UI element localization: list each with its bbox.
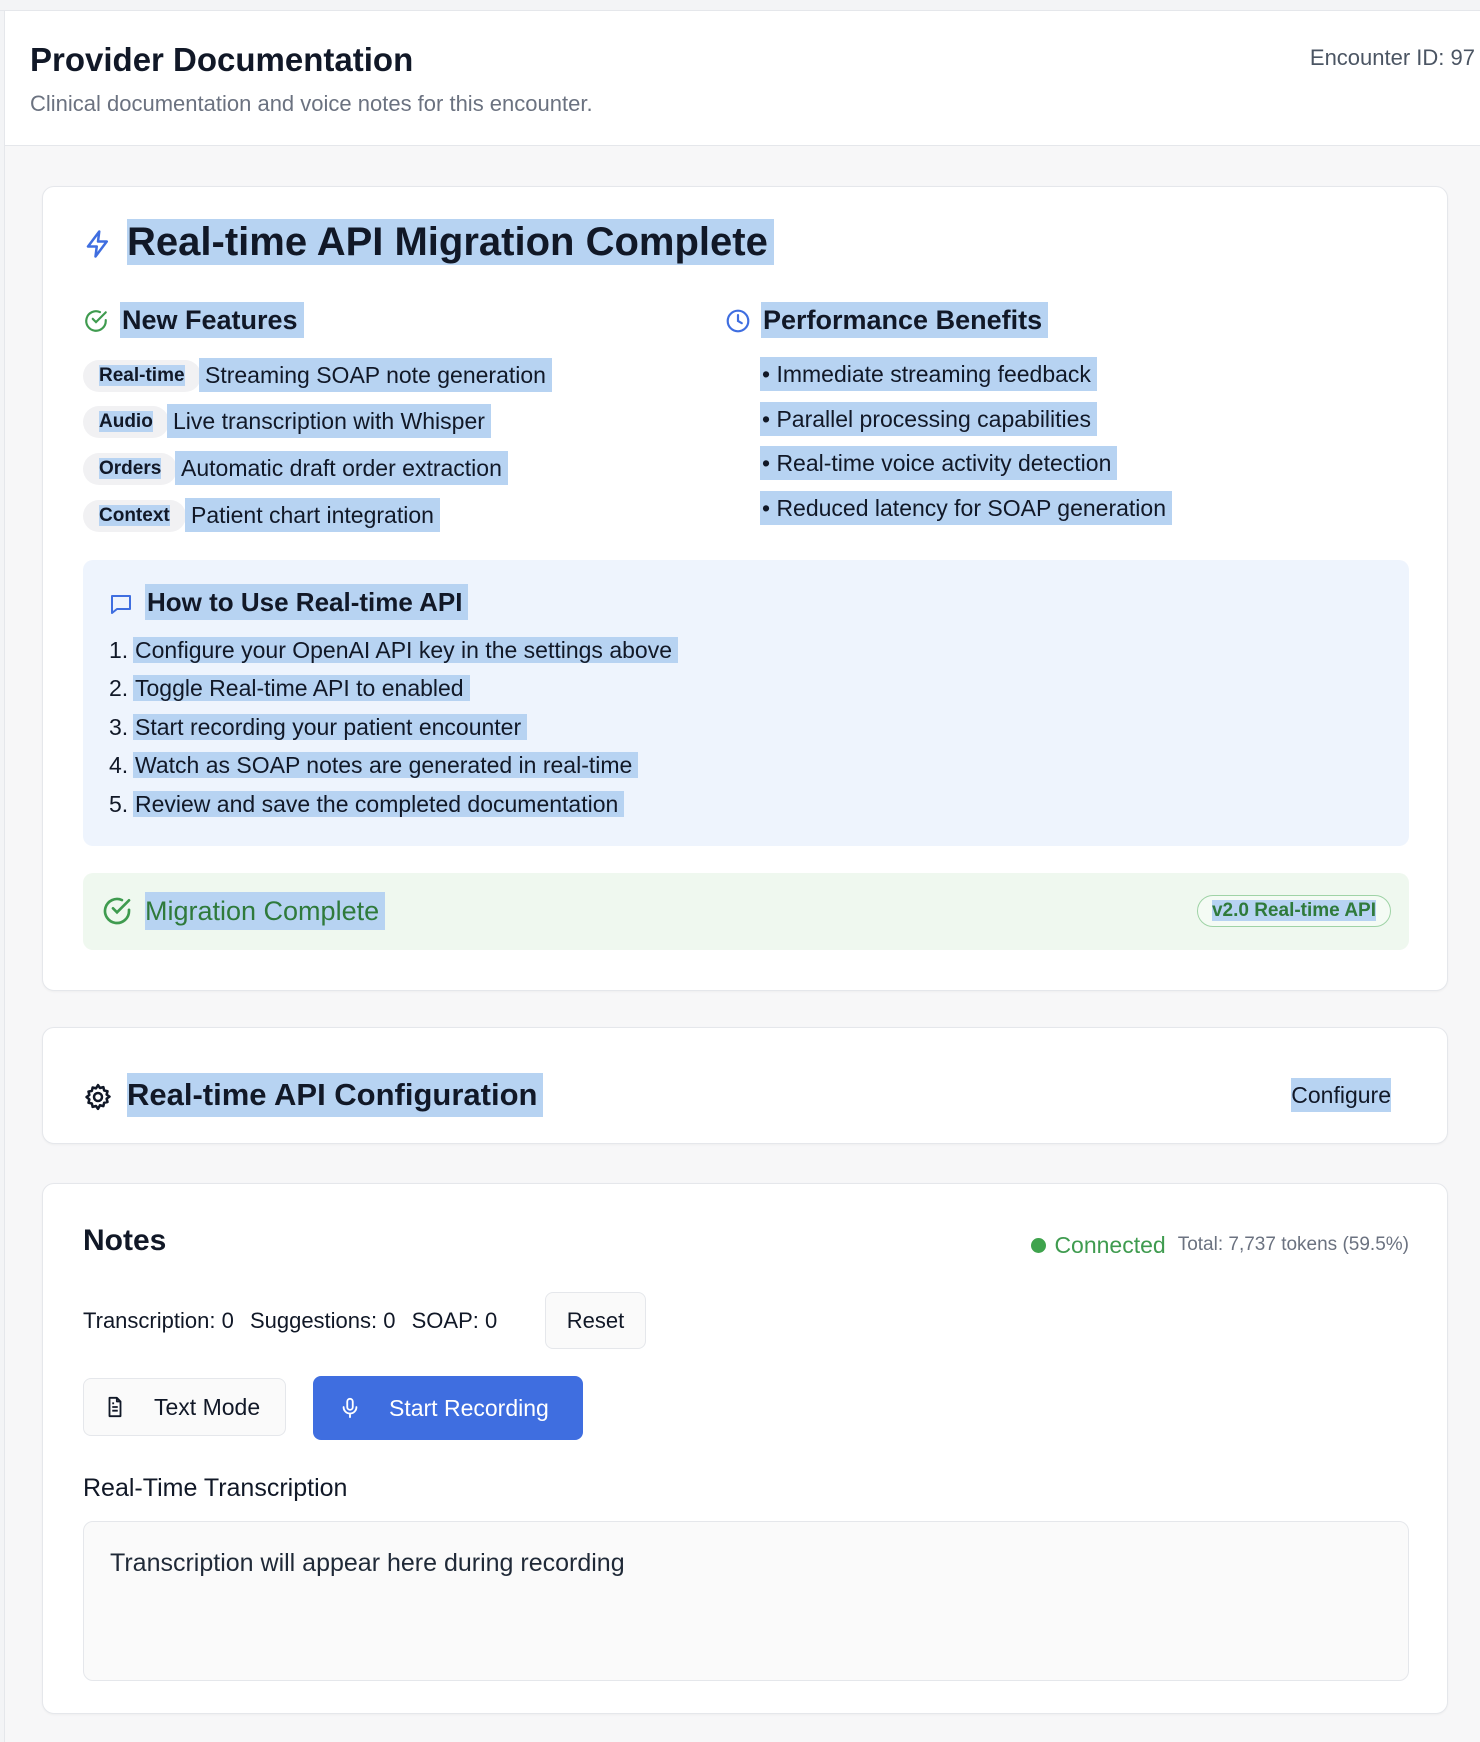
performance-item: • Parallel processing capabilities [760, 402, 1097, 436]
configure-button[interactable]: Configure [1291, 1078, 1391, 1112]
file-text-icon [104, 1395, 126, 1419]
feature-text: Patient chart integration [185, 498, 440, 532]
status-dot-icon [1031, 1237, 1047, 1253]
migration-card: Real-time API Migration Complete New Fea… [42, 186, 1448, 991]
message-square-icon [109, 592, 133, 616]
transcription-heading: Real-Time Transcription [83, 1474, 348, 1502]
feature-text: Streaming SOAP note generation [199, 358, 552, 392]
feature-tag: Orders [83, 453, 178, 485]
feature-tag: Audio [83, 406, 169, 438]
token-total: Total: 7,737 tokens (59.5%) [1177, 1234, 1409, 1255]
how-to-step: 5. Review and save the completed document… [109, 788, 625, 820]
page-subtitle: Clinical documentation and voice notes f… [30, 91, 593, 116]
config-title: Real-time API Configuration [127, 1073, 544, 1117]
soap-count: SOAP: 0 [411, 1308, 498, 1333]
text-mode-button[interactable]: Text Mode [83, 1378, 286, 1436]
check-circle-icon [101, 895, 133, 927]
lightning-icon [83, 227, 113, 261]
feature-tag: Real-time [83, 360, 201, 392]
migration-title: Real-time API Migration Complete [127, 219, 774, 265]
how-to-heading: How to Use Real-time API [145, 584, 469, 620]
feature-text: Live transcription with Whisper [167, 404, 491, 438]
transcription-placeholder: Transcription will appear here during re… [110, 1549, 625, 1577]
migration-status-label: Migration Complete [145, 892, 386, 930]
performance-item: • Real-time voice activity detection [760, 446, 1118, 480]
feature-text: Automatic draft order extraction [175, 451, 508, 485]
status-label: Connected [1054, 1231, 1166, 1258]
migration-status-banner: Migration Complete v2.0 Real-time API [83, 873, 1409, 950]
clock-icon [725, 308, 751, 334]
performance-heading: Performance Benefits [761, 302, 1049, 338]
how-to-step: 3. Start recording your patient encounter [109, 711, 528, 743]
how-to-panel: How to Use Real-time API 1. Configure you… [83, 560, 1409, 846]
how-to-step: 4. Watch as SOAP notes are generated in r… [109, 749, 639, 781]
page-header: Provider Documentation Clinical document… [5, 11, 1480, 146]
microphone-icon [339, 1396, 361, 1420]
config-card: Real-time API Configuration Configure [42, 1027, 1448, 1144]
top-strip [0, 0, 1480, 11]
performance-item: • Immediate streaming feedback [760, 357, 1097, 391]
start-recording-button[interactable]: Start Recording [313, 1376, 583, 1440]
start-recording-label: Start Recording [389, 1395, 549, 1421]
version-badge: v2.0 Real-time API [1196, 895, 1391, 927]
transcription-count: Transcription: 0 [83, 1308, 234, 1333]
how-to-step: 1. Configure your OpenAI API key in the s… [109, 634, 678, 666]
counters: Transcription: 0 Suggestions: 0 SOAP: 0 [83, 1308, 507, 1334]
transcription-area[interactable]: Transcription will appear here during re… [83, 1521, 1409, 1681]
gear-icon [83, 1082, 113, 1112]
left-sidebar-edge [0, 11, 5, 1742]
check-circle-icon [83, 308, 109, 334]
encounter-id: Encounter ID: 97 [1309, 45, 1475, 70]
connection-status: Connected Total: 7,737 tokens (59.5%) [1031, 1230, 1409, 1260]
text-mode-label: Text Mode [154, 1394, 261, 1420]
page-title: Provider Documentation [30, 41, 414, 78]
notes-title: Notes [83, 1224, 167, 1257]
feature-tag: Context [83, 500, 186, 532]
new-features-heading: New Features [120, 302, 304, 338]
performance-item: • Reduced latency for SOAP generation [760, 491, 1172, 525]
notes-card: Notes Connected Total: 7,737 tokens (59.… [42, 1183, 1448, 1714]
how-to-step: 2. Toggle Real-time API to enabled [109, 672, 470, 704]
reset-button[interactable]: Reset [545, 1292, 646, 1349]
suggestions-count: Suggestions: 0 [249, 1308, 396, 1333]
